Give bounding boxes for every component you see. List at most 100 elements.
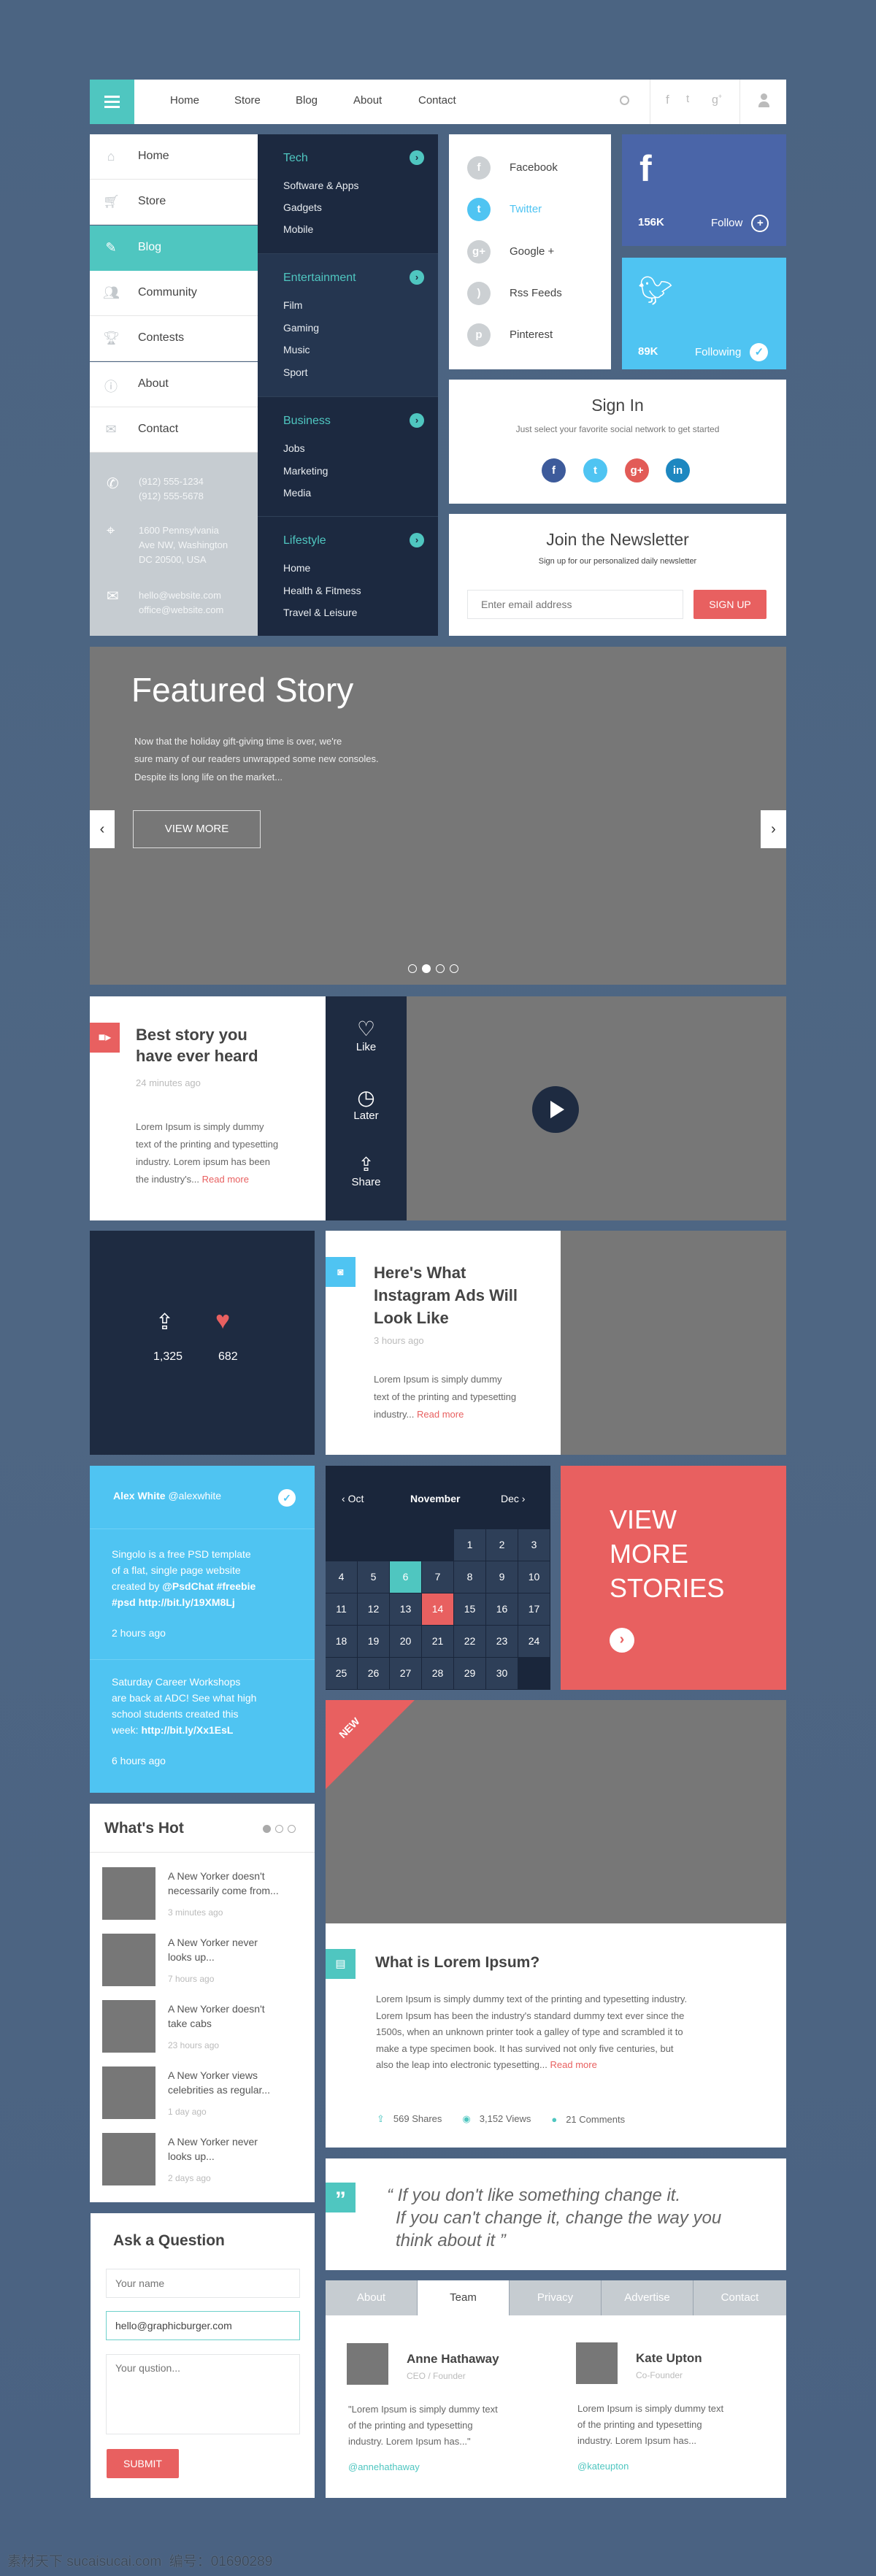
calendar-day[interactable]: 17 xyxy=(518,1593,550,1625)
calendar-day[interactable]: 30 xyxy=(486,1658,518,1689)
email-input[interactable] xyxy=(106,2311,300,2340)
list-item[interactable]: A New Yorker doesn't necessarily come fro… xyxy=(102,1867,307,1926)
chevron-right-icon[interactable]: › xyxy=(410,413,424,428)
google-plus-login-button[interactable]: g+ xyxy=(625,458,649,482)
calendar-day[interactable]: 24 xyxy=(518,1626,550,1657)
sidebar-item-blog[interactable]: ✎ Blog xyxy=(90,226,258,271)
menu-item[interactable]: Home xyxy=(283,562,310,574)
calendar-day[interactable]: 26 xyxy=(358,1658,389,1689)
view-more-stories-card[interactable]: VIEW MORE STORIES › xyxy=(561,1466,786,1690)
menu-item[interactable]: Marketing xyxy=(283,465,328,477)
sidebar-item-store[interactable]: 🛒︎ Store xyxy=(90,180,258,225)
calendar-day[interactable]: 9 xyxy=(486,1561,518,1593)
google-plus-icon[interactable]: g+ xyxy=(712,93,722,107)
follow-button[interactable]: Follow + xyxy=(711,215,769,232)
slider-prev-button[interactable]: ‹ xyxy=(90,810,115,848)
email-link[interactable]: hello@website.com xyxy=(139,588,221,603)
chevron-right-icon[interactable]: › xyxy=(410,150,424,165)
facebook-icon[interactable]: f xyxy=(666,93,669,107)
calendar-day[interactable]: 27 xyxy=(390,1658,421,1689)
menu-item[interactable]: Gaming xyxy=(283,322,319,334)
tab-contact[interactable]: Contact xyxy=(694,2280,786,2315)
tab-team[interactable]: Team xyxy=(418,2280,510,2315)
read-more-link[interactable]: Read more xyxy=(417,1409,464,1420)
twitter-login-button[interactable]: t xyxy=(583,458,607,482)
list-item[interactable]: A New Yorker doesn't take cabs 23 hours ag… xyxy=(102,2000,307,2058)
sidebar-item-about[interactable]: ⓘ About xyxy=(90,362,258,407)
list-item[interactable]: A New Yorker never looks up... 7 hours ago xyxy=(102,1934,307,1992)
play-button[interactable] xyxy=(532,1086,579,1133)
calendar-next-month[interactable]: Dec › xyxy=(501,1493,525,1504)
submit-button[interactable]: SUBMIT xyxy=(107,2449,179,2478)
calendar-day[interactable]: 1 xyxy=(454,1529,485,1561)
menu-heading[interactable]: Entertainment xyxy=(283,272,356,285)
menu-heading[interactable]: Tech xyxy=(283,152,308,165)
tab-privacy[interactable]: Privacy xyxy=(510,2280,602,2315)
menu-item[interactable]: Mobile xyxy=(283,223,313,235)
chevron-right-circle-icon[interactable]: › xyxy=(610,1628,634,1653)
heart-icon[interactable]: ♥ xyxy=(215,1307,230,1335)
menu-item[interactable]: Music xyxy=(283,344,310,355)
calendar-day[interactable]: 21 xyxy=(422,1626,453,1657)
shares-stat[interactable]: ⇪ 569 Shares xyxy=(377,2113,442,2125)
later-button[interactable]: ◷ Later xyxy=(326,1085,407,1122)
calendar-day[interactable]: 3 xyxy=(518,1529,550,1561)
sidebar-item-home[interactable]: ⌂ Home xyxy=(90,134,258,180)
calendar-day[interactable]: 8 xyxy=(454,1561,485,1593)
calendar-day[interactable]: 25 xyxy=(326,1658,357,1689)
menu-item[interactable]: Jobs xyxy=(283,442,305,454)
calendar-prev-month[interactable]: ‹ Oct xyxy=(342,1493,364,1504)
comments-stat[interactable]: ● 21 Comments xyxy=(551,2114,625,2125)
pager-dot[interactable] xyxy=(288,1825,296,1833)
sidebar-item-contact[interactable]: ✉ Contact xyxy=(90,407,258,453)
menu-item[interactable]: Software & Apps xyxy=(283,180,359,191)
tweet-author[interactable]: Alex White xyxy=(113,1490,166,1502)
calendar-day[interactable]: 11 xyxy=(326,1593,357,1625)
menu-item[interactable]: Media xyxy=(283,487,311,499)
share-icon[interactable]: ⇪ xyxy=(155,1310,174,1335)
share-button[interactable]: ⇪ Share xyxy=(326,1153,407,1188)
tweet-hashtag[interactable]: @PsdChat #freebie xyxy=(162,1580,256,1592)
chevron-right-icon[interactable]: › xyxy=(410,533,424,547)
sidebar-item-contests[interactable]: 🏆︎ Contests xyxy=(90,316,258,361)
calendar-day[interactable]: 16 xyxy=(486,1593,518,1625)
linkedin-login-button[interactable]: in xyxy=(666,458,690,482)
slider-next-button[interactable]: › xyxy=(761,810,786,848)
calendar-day[interactable]: 15 xyxy=(454,1593,485,1625)
best-story-title[interactable]: have ever heard xyxy=(136,1047,258,1066)
chevron-right-icon[interactable]: › xyxy=(410,270,424,285)
menu-button[interactable] xyxy=(90,80,134,124)
list-item[interactable]: A New Yorker never looks up... 2 days ago xyxy=(102,2133,307,2191)
nav-blog[interactable]: Blog xyxy=(296,94,318,107)
calendar-day[interactable]: 13 xyxy=(390,1593,421,1625)
tweet-handle[interactable]: @alexwhite xyxy=(168,1490,221,1502)
calendar-day[interactable]: 5 xyxy=(358,1561,389,1593)
tweet-link[interactable]: #psd http://bit.ly/19XM8Lj xyxy=(112,1596,235,1608)
slider-dot[interactable] xyxy=(450,964,458,973)
list-item[interactable]: A New Yorker views celebrities as regular… xyxy=(102,2066,307,2125)
calendar-day[interactable]: 23 xyxy=(486,1626,518,1657)
search-icon[interactable] xyxy=(620,96,629,105)
calendar-day[interactable]: 19 xyxy=(358,1626,389,1657)
twitter-icon[interactable]: t xyxy=(686,93,689,105)
article-title[interactable]: What is Lorem Ipsum? xyxy=(375,1954,539,1972)
newsletter-email-input[interactable] xyxy=(467,590,683,619)
tab-about[interactable]: About xyxy=(326,2280,418,2315)
menu-heading[interactable]: Lifestyle xyxy=(283,534,326,547)
read-more-link[interactable]: Read more xyxy=(202,1174,249,1185)
calendar-day[interactable]: 12 xyxy=(358,1593,389,1625)
calendar-day[interactable]: 2 xyxy=(486,1529,518,1561)
menu-item[interactable]: Gadgets xyxy=(283,201,322,213)
calendar-day[interactable]: 29 xyxy=(454,1658,485,1689)
calendar-day[interactable]: 18 xyxy=(326,1626,357,1657)
calendar-day-today[interactable]: 6 xyxy=(390,1561,421,1593)
member-handle[interactable]: @kateupton xyxy=(577,2461,629,2472)
read-more-link[interactable]: Read more xyxy=(550,2059,597,2070)
facebook-login-button[interactable]: f xyxy=(542,458,566,482)
calendar-day[interactable]: 4 xyxy=(326,1561,357,1593)
calendar-day[interactable]: 28 xyxy=(422,1658,453,1689)
best-story-title[interactable]: Best story you xyxy=(136,1026,247,1045)
menu-item[interactable]: Travel & Leisure xyxy=(283,607,357,618)
tab-advertise[interactable]: Advertise xyxy=(602,2280,694,2315)
nav-about[interactable]: About xyxy=(353,94,382,107)
